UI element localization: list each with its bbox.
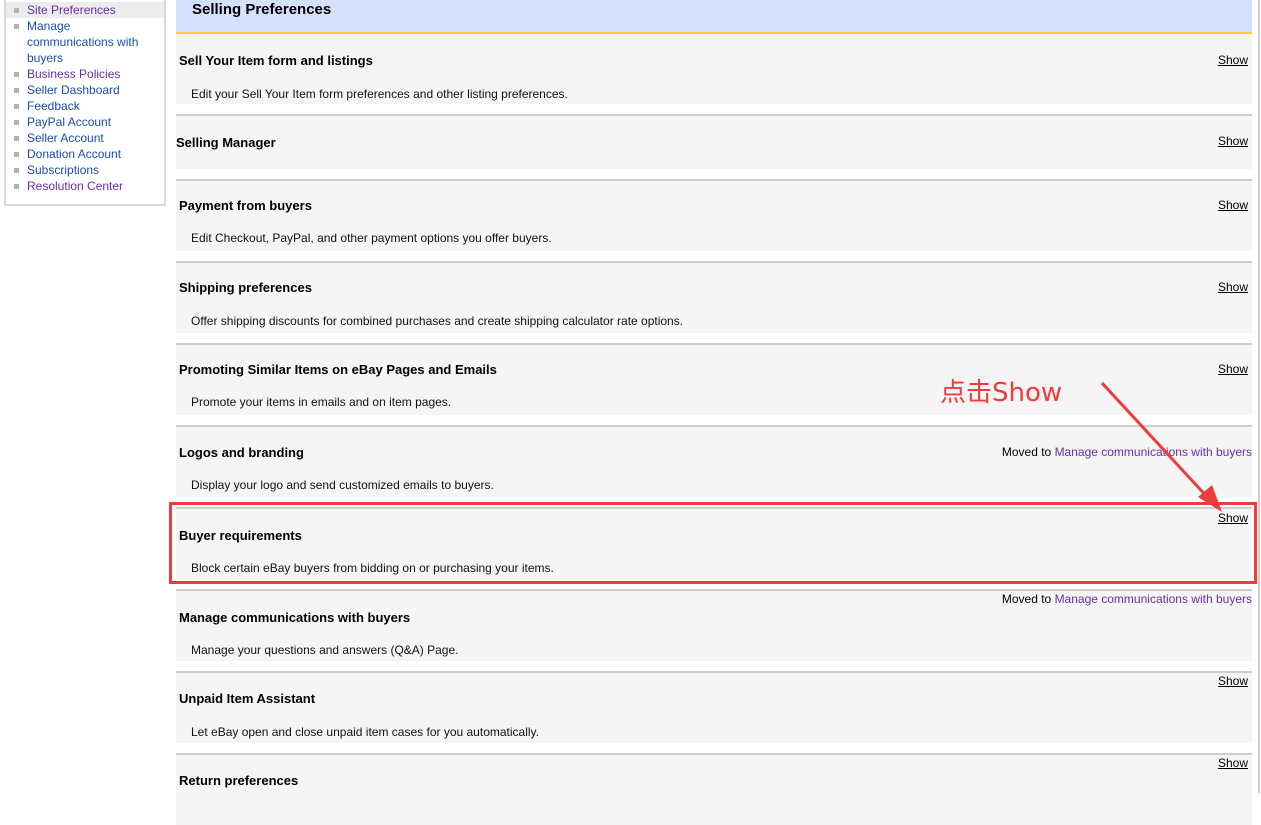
section-description: Edit your Sell Your Item form preference… <box>191 87 568 101</box>
section-selling-manager: Selling Manager Show <box>176 114 1252 169</box>
sidebar-link[interactable]: Manage communications with buyers <box>27 19 138 65</box>
section-title: Promoting Similar Items on eBay Pages an… <box>179 362 497 377</box>
sidebar-item-site-preferences[interactable]: Site Preferences <box>6 2 164 18</box>
section-promoting-similar-items: Promoting Similar Items on eBay Pages an… <box>176 343 1252 415</box>
sidebar-link[interactable]: Seller Account <box>27 131 104 145</box>
section-shipping-preferences: Shipping preferences Offer shipping disc… <box>176 261 1252 333</box>
show-link[interactable]: Show <box>1218 756 1248 770</box>
sidebar-link[interactable]: Feedback <box>27 99 80 113</box>
sidebar-item-seller-account[interactable]: Seller Account <box>6 130 164 146</box>
manage-communications-link[interactable]: Manage communications with buyers <box>1055 592 1252 606</box>
sidebar-link[interactable]: Seller Dashboard <box>27 83 120 97</box>
moved-notice: Moved to Manage communications with buye… <box>1002 445 1252 459</box>
section-title: Shipping preferences <box>179 280 312 295</box>
section-payment-from-buyers: Payment from buyers Edit Checkout, PayPa… <box>176 179 1252 251</box>
page-title: Selling Preferences <box>192 1 332 18</box>
manage-communications-link[interactable]: Manage communications with buyers <box>1055 445 1252 459</box>
bullet-icon <box>14 168 19 173</box>
section-return-preferences: Return preferences Show <box>176 753 1252 825</box>
sidebar-link[interactable]: Business Policies <box>27 67 120 81</box>
main-content: Selling Preferences Sell Your Item form … <box>176 0 1252 825</box>
annotation-label: 点击Show <box>940 378 1063 408</box>
sidebar-link[interactable]: Resolution Center <box>27 179 123 193</box>
section-description: Manage your questions and answers (Q&A) … <box>191 643 459 657</box>
sidebar-item-subscriptions[interactable]: Subscriptions <box>6 162 164 178</box>
page-right-border <box>1258 0 1260 793</box>
sidebar-item-seller-dashboard[interactable]: Seller Dashboard <box>6 82 164 98</box>
show-link[interactable]: Show <box>1218 674 1248 688</box>
section-description: Edit Checkout, PayPal, and other payment… <box>191 231 552 245</box>
bullet-icon <box>14 184 19 189</box>
section-unpaid-item-assistant: Unpaid Item Assistant Let eBay open and … <box>176 671 1252 743</box>
show-link[interactable]: Show <box>1218 511 1248 525</box>
bullet-icon <box>14 104 19 109</box>
section-title: Manage communications with buyers <box>179 610 411 625</box>
bullet-icon <box>14 88 19 93</box>
bullet-icon <box>14 136 19 141</box>
section-title: Unpaid Item Assistant <box>179 691 316 706</box>
show-link[interactable]: Show <box>1218 198 1248 212</box>
bullet-icon <box>14 120 19 125</box>
sidebar-link[interactable]: PayPal Account <box>27 115 111 129</box>
moved-prefix: Moved to <box>1001 592 1052 606</box>
section-buyer-requirements: Buyer requirements Block certain eBay bu… <box>176 507 1252 579</box>
bullet-icon <box>14 72 19 77</box>
sidebar-item-resolution-center[interactable]: Resolution Center <box>6 178 164 194</box>
section-title: Buyer requirements <box>179 528 302 543</box>
section-title: Payment from buyers <box>179 198 312 213</box>
section-title: Selling Manager <box>176 135 276 150</box>
section-sell-your-item: Sell Your Item form and listings Edit yo… <box>176 34 1252 104</box>
moved-prefix: Moved to <box>1001 445 1052 459</box>
show-link[interactable]: Show <box>1218 53 1248 67</box>
sidebar-link[interactable]: Site Preferences <box>27 3 116 17</box>
sidebar-item-feedback[interactable]: Feedback <box>6 98 164 114</box>
sidebar-nav: Site Preferences Manage communications w… <box>4 0 166 206</box>
section-title: Return preferences <box>179 773 299 788</box>
show-link[interactable]: Show <box>1218 362 1248 376</box>
section-description: Display your logo and send customized em… <box>191 478 494 492</box>
sidebar-item-manage-communications[interactable]: Manage communications with buyers <box>6 18 164 66</box>
show-link[interactable]: Show <box>1218 134 1248 148</box>
section-title: Sell Your Item form and listings <box>179 53 373 68</box>
sidebar-item-donation-account[interactable]: Donation Account <box>6 146 164 162</box>
section-logos-and-branding: Logos and branding Display your logo and… <box>176 425 1252 497</box>
bullet-icon <box>14 152 19 157</box>
section-description: Block certain eBay buyers from bidding o… <box>191 561 554 575</box>
sidebar-link[interactable]: Subscriptions <box>27 163 99 177</box>
page-header: Selling Preferences <box>176 0 1252 34</box>
section-description: Let eBay open and close unpaid item case… <box>191 725 539 739</box>
moved-notice: Moved to Manage communications with buye… <box>1002 592 1252 606</box>
sidebar-item-business-policies[interactable]: Business Policies <box>6 66 164 82</box>
sidebar-link[interactable]: Donation Account <box>27 147 121 161</box>
section-description: Promote your items in emails and on item… <box>191 395 452 409</box>
sidebar-item-paypal-account[interactable]: PayPal Account <box>6 114 164 130</box>
section-manage-communications: Manage communications with buyers Manage… <box>176 589 1252 661</box>
section-description: Offer shipping discounts for combined pu… <box>191 314 684 328</box>
bullet-icon <box>14 8 19 13</box>
show-link[interactable]: Show <box>1218 280 1248 294</box>
bullet-icon <box>14 24 19 29</box>
section-title: Logos and branding <box>179 445 304 460</box>
